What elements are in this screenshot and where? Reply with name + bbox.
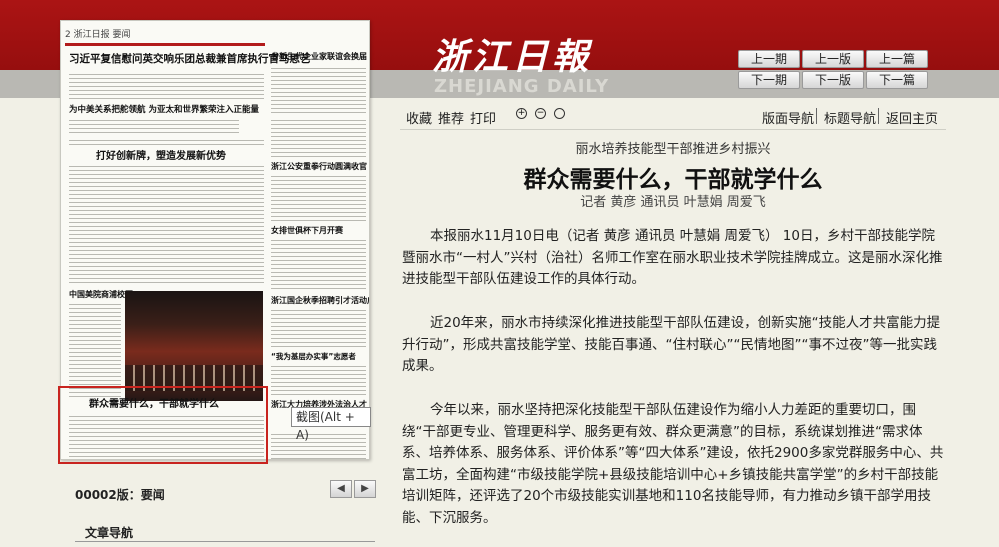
- paper-text-block: [69, 137, 264, 145]
- next-article-button[interactable]: 下一篇: [866, 71, 928, 89]
- paper-header: 2 浙江日报 要闻: [65, 30, 131, 40]
- print-link[interactable]: 打印: [470, 108, 496, 127]
- paper-text-block: [271, 65, 366, 113]
- logo-cn: 浙江日報: [432, 36, 593, 78]
- logo-en: ZHEJIANG DAILY: [434, 76, 610, 97]
- prev-issue-button[interactable]: 上一期: [738, 50, 800, 68]
- article-paragraph: 今年以来，丽水坚持把深化技能型干部队伍建设作为缩小人力差距的重要切口，围绕“干部…: [402, 402, 944, 526]
- paper-text-block: [69, 163, 264, 283]
- next-edition-button[interactable]: ▶: [354, 480, 376, 498]
- logo: 浙江日報 ZHEJIANG DAILY: [432, 28, 632, 98]
- edition-label: 00002版：要闻: [75, 488, 165, 502]
- recommend-link[interactable]: 推荐: [438, 108, 464, 127]
- article-byline: 记者 黄彦 通讯员 叶慧娟 周爱飞: [580, 195, 766, 210]
- article-paragraph: 本报丽水11月10日电（记者 黄彦 通讯员 叶慧娟 周爱飞） 10日，乡村干部技…: [402, 228, 943, 287]
- prev-edition-button[interactable]: ◀: [330, 480, 352, 498]
- article-title: 群众需要什么，干部就学什么: [523, 167, 823, 193]
- paper-text-block: [271, 307, 366, 347]
- zoom-in-icon[interactable]: +: [516, 108, 527, 119]
- paper-headline[interactable]: 省新生代企业家联谊会换届: [271, 51, 367, 62]
- paper-text-block: [271, 173, 366, 221]
- paper-headline[interactable]: 女排世俱杯下月开赛: [271, 225, 343, 236]
- title-nav-link[interactable]: 标题导航: [824, 108, 876, 127]
- paper-text-block: [69, 301, 121, 397]
- toolbar-divider: [400, 129, 946, 130]
- nav-separator: [878, 108, 879, 124]
- next-page-button[interactable]: 下一版: [802, 71, 864, 89]
- prev-page-button[interactable]: 上一版: [802, 50, 864, 68]
- paper-headline[interactable]: 浙江公安重拳行动圆满收官: [271, 161, 367, 172]
- paper-headline[interactable]: 为中美关系把舵领航 为亚太和世界繁荣注入正能量: [69, 103, 259, 115]
- paper-headline[interactable]: “我为基层办实事”志愿者: [271, 351, 356, 362]
- zoom-reset-icon[interactable]: [554, 108, 565, 119]
- next-issue-button[interactable]: 下一期: [738, 71, 800, 89]
- paper-header-rule: [65, 43, 265, 46]
- article-paragraph: 近20年来，丽水市持续深化推进技能型干部队伍建设，创新实施“技能人才共富能力提升…: [402, 315, 941, 374]
- paper-headline[interactable]: 打好创新牌，塑造发展新优势: [96, 147, 226, 162]
- paper-text-block: [271, 117, 366, 157]
- paper-text-block: [69, 71, 264, 99]
- paper-text-block: [69, 117, 239, 133]
- article-subtitle: 丽水培养技能型干部推进乡村振兴: [575, 142, 771, 157]
- paper-headline[interactable]: 浙江国企秋季招聘引才活动启幕: [271, 295, 369, 306]
- article-nav-divider: [75, 541, 375, 542]
- screenshot-tooltip: 截图(Alt + A): [291, 407, 371, 442]
- paper-text-block: [271, 431, 366, 459]
- paper-text-block: [271, 363, 366, 397]
- selected-article-highlight[interactable]: [58, 386, 268, 464]
- layout-nav-link[interactable]: 版面导航: [762, 108, 814, 127]
- paper-headline[interactable]: 中国美院商浦校区: [69, 289, 133, 300]
- prev-article-button[interactable]: 上一篇: [866, 50, 928, 68]
- nav-separator: [816, 108, 817, 124]
- paper-photo: [125, 291, 263, 401]
- zoom-out-icon[interactable]: −: [535, 108, 546, 119]
- favorite-link[interactable]: 收藏: [406, 108, 432, 127]
- article-nav-title: 文章导航: [85, 526, 134, 540]
- home-link[interactable]: 返回主页: [886, 108, 938, 127]
- paper-text-block: [271, 237, 366, 291]
